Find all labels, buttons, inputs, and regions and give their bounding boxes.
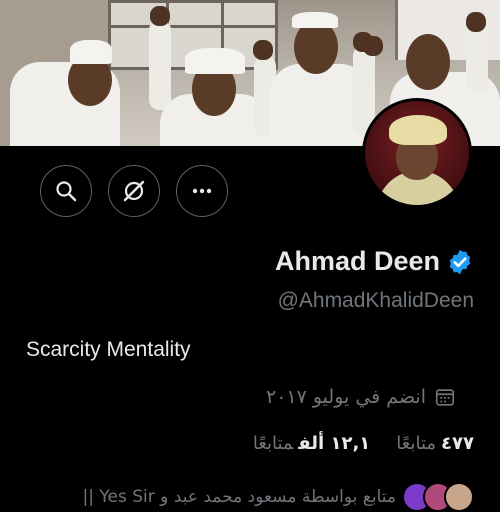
following-stat[interactable]: ٤٧٧متابعًا (396, 433, 474, 454)
followers-stat[interactable]: ١٢,١ ألفمتابعًا (253, 433, 370, 454)
followers-count: ١٢,١ ألف (298, 433, 371, 454)
display-name: Ahmad Deen (274, 246, 440, 276)
follow-stats: ٤٧٧متابعًا ١٢,١ ألفمتابعًا (253, 433, 474, 454)
avatar-turban (389, 115, 447, 145)
followed-by-row[interactable]: متابع بواسطة مسعود محمد عبد و Yes Sir || (83, 482, 474, 512)
search-button[interactable] (40, 165, 92, 217)
calendar-icon (435, 389, 455, 406)
followers-label: متابعًا (252, 433, 294, 454)
banner-person (10, 22, 120, 146)
more-button[interactable] (176, 165, 228, 217)
grok-button[interactable] (108, 165, 160, 217)
profile-handle: @AhmadKhalidDeen (277, 289, 474, 312)
display-name-row: Ahmad Deen (275, 246, 474, 277)
follower-avatars (402, 482, 474, 512)
avatar (444, 482, 474, 512)
joined-date: انضم في يوليو ٢٠١٧ (266, 386, 426, 408)
following-label: متابعًا (396, 433, 437, 454)
joined-date-row: انضم في يوليو ٢٠١٧ (266, 386, 456, 408)
search-icon (56, 181, 77, 202)
grok-icon (123, 180, 145, 202)
profile-bio: Scarcity Mentality (26, 338, 191, 361)
following-count: ٤٧٧ (441, 433, 474, 454)
verified-badge-icon[interactable] (446, 248, 474, 276)
more-icon (192, 188, 212, 194)
profile-avatar[interactable] (362, 98, 472, 208)
followed-by-text: متابع بواسطة مسعود محمد عبد و Yes Sir || (82, 487, 396, 507)
